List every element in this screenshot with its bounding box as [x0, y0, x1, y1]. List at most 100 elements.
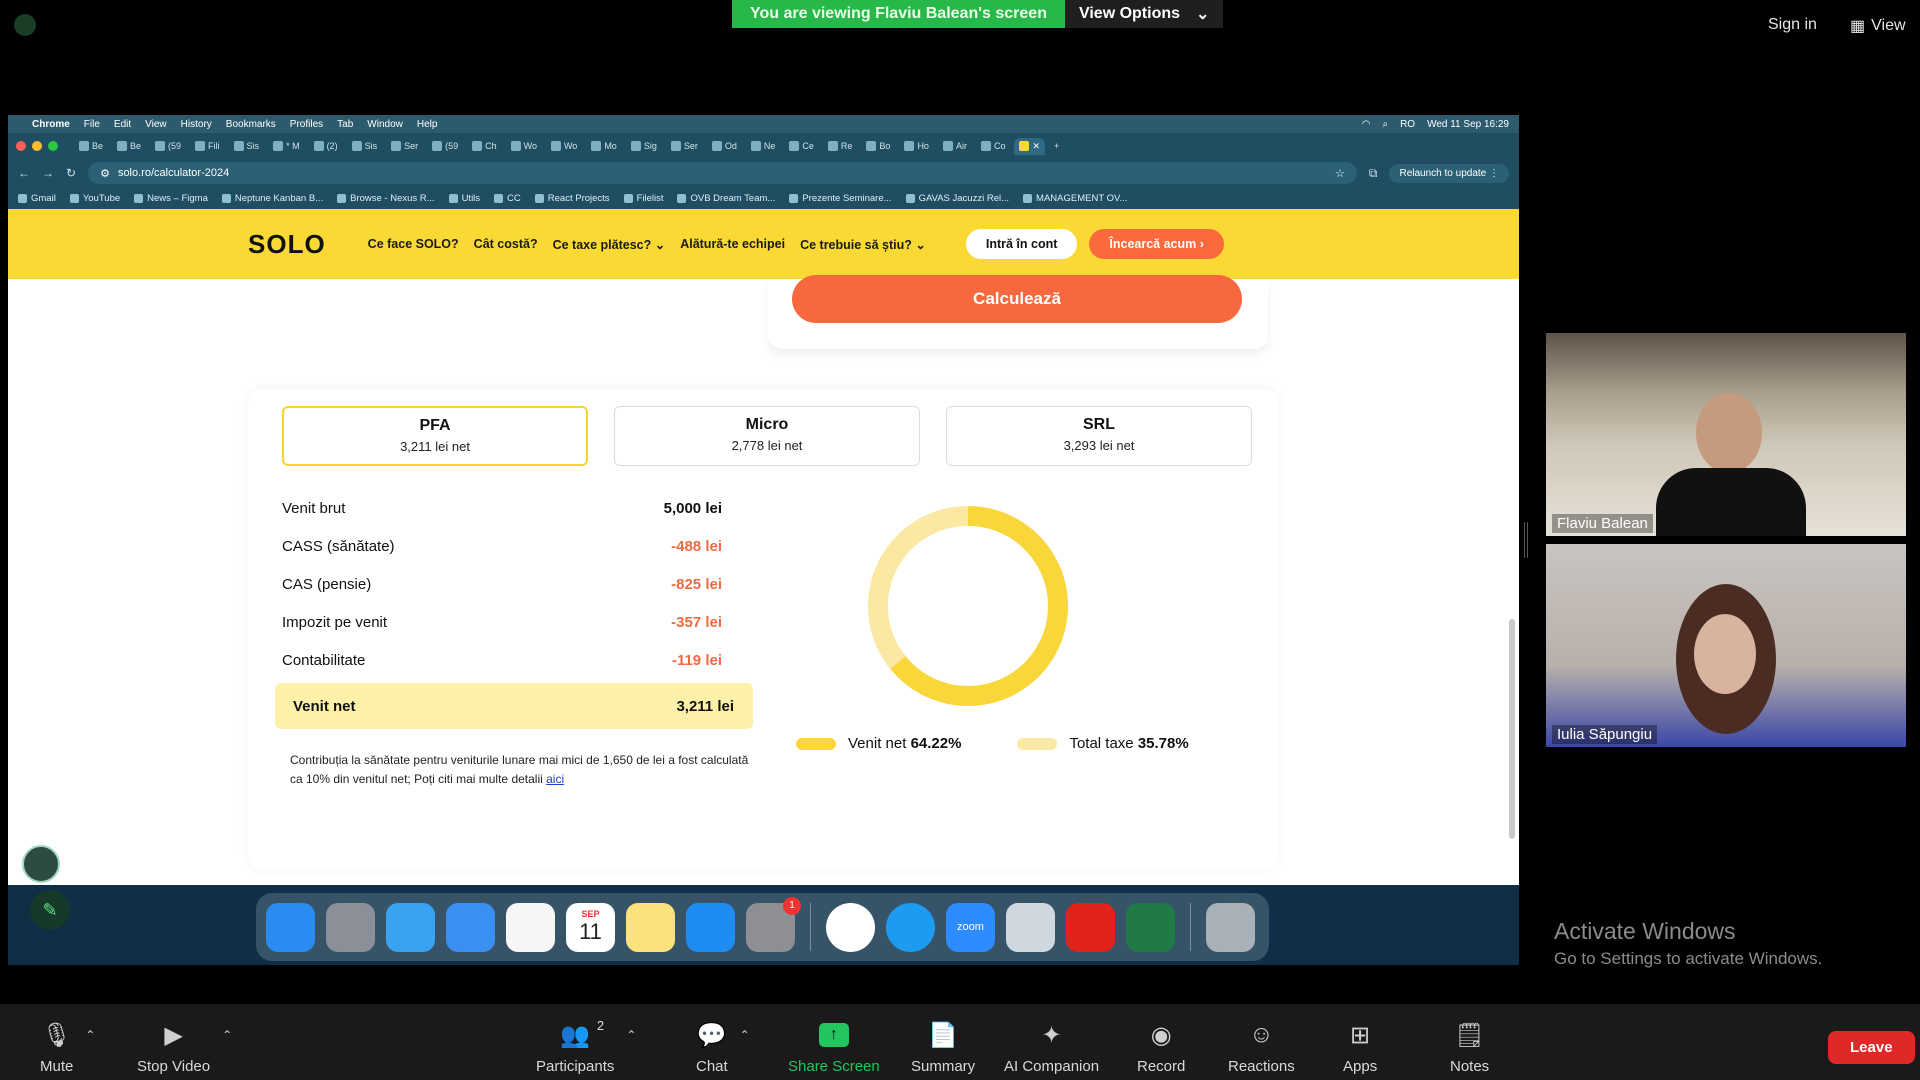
browser-tab[interactable]: Sig [626, 138, 662, 154]
option-pfa[interactable]: PFA 3,211 lei net [282, 406, 588, 466]
menu-help[interactable]: Help [417, 119, 438, 130]
reactions-button[interactable]: ☺ Reactions [1228, 1020, 1295, 1075]
app-store-icon[interactable] [686, 902, 735, 952]
login-button[interactable]: Intră în cont [965, 229, 1078, 259]
bookmark-item[interactable]: Gmail [18, 193, 56, 204]
pen-annotate-icon[interactable]: ✎ [30, 890, 70, 930]
menu-bookmarks[interactable]: Bookmarks [226, 119, 276, 130]
browser-tab[interactable]: Ne [746, 138, 781, 154]
bookmark-item[interactable]: YouTube [69, 193, 120, 204]
bookmark-item[interactable]: React Projects [534, 193, 610, 204]
bookmark-item[interactable]: OVB Dream Team... [677, 193, 775, 204]
tab-solo-active[interactable]: ✕ [1014, 137, 1046, 155]
menu-view[interactable]: View [145, 119, 167, 130]
browser-tab[interactable]: Wo [546, 138, 582, 154]
share-screen-button[interactable]: ↑ Share Screen [788, 1020, 880, 1075]
minimize-window-icon[interactable] [32, 141, 42, 151]
browser-tab[interactable]: (59 [150, 138, 186, 154]
lang-indicator[interactable]: RO [1400, 119, 1415, 130]
reload-icon[interactable]: ↻ [66, 166, 76, 180]
bookmark-item[interactable]: News – Figma [134, 193, 208, 204]
solo-logo[interactable]: SOLO [248, 229, 326, 260]
bookmark-item[interactable]: MANAGEMENT OV... [1023, 193, 1127, 204]
acrobat-icon[interactable] [1066, 902, 1115, 952]
summary-button[interactable]: 📄 Summary [911, 1020, 975, 1076]
finder-icon[interactable] [266, 902, 315, 952]
record-button[interactable]: ◉ Record [1137, 1020, 1185, 1076]
view-options-button[interactable]: View Options ⌄ [1064, 0, 1224, 28]
menu-ce-taxe[interactable]: Ce taxe plătesc? ⌄ [553, 237, 666, 252]
browser-tab[interactable]: Mo [586, 138, 622, 154]
option-micro[interactable]: Micro 2,778 lei net [614, 406, 920, 466]
bookmark-item[interactable]: Prezente Seminare... [789, 193, 892, 204]
browser-tab[interactable]: Ser [666, 138, 703, 154]
wifi-icon[interactable]: ◠ [1362, 119, 1371, 130]
browser-tab[interactable]: * M [268, 138, 305, 154]
browser-tab[interactable]: Wo [506, 138, 542, 154]
skype-icon[interactable] [886, 902, 935, 952]
browser-tab[interactable]: Ce [784, 138, 819, 154]
apps-button[interactable]: ⊞ Apps [1343, 1020, 1377, 1076]
leave-button[interactable]: Leave [1828, 1031, 1915, 1064]
menu-profiles[interactable]: Profiles [290, 119, 323, 130]
chat-button[interactable]: 💬 Chat ⌃ [696, 1020, 750, 1076]
excel-icon[interactable] [1126, 902, 1175, 952]
menu-cat-costa[interactable]: Cât costă? [474, 237, 538, 252]
forward-icon[interactable]: → [42, 166, 54, 180]
browser-tab[interactable]: Ch [467, 138, 502, 154]
browser-tab[interactable]: Bo [861, 138, 895, 154]
system-settings-icon[interactable]: 1 [746, 896, 801, 952]
video-options-caret-icon[interactable]: ⌃ [222, 1028, 232, 1042]
bookmark-item[interactable]: GAVAS Jacuzzi Rel... [905, 193, 1009, 204]
preview-icon[interactable] [1006, 902, 1055, 952]
chat-caret-icon[interactable]: ⌃ [740, 1028, 750, 1042]
menu-ce-trebuie[interactable]: Ce trebuie să știu? ⌄ [800, 237, 926, 252]
browser-tab[interactable]: Sis [229, 138, 265, 154]
new-tab-button[interactable]: + [1049, 138, 1064, 154]
maximize-window-icon[interactable] [48, 141, 58, 151]
bookmark-star-icon[interactable]: ☆ [1335, 167, 1345, 180]
site-info-icon[interactable]: ⚙ [100, 167, 110, 180]
safari-icon[interactable] [386, 902, 435, 952]
launchpad-icon[interactable] [326, 902, 375, 952]
ai-companion-button[interactable]: ✦ AI Companion [1004, 1020, 1099, 1076]
page-scrollbar[interactable] [1509, 619, 1515, 839]
menu-history[interactable]: History [181, 119, 212, 130]
relaunch-button[interactable]: Relaunch to update ⋮ [1389, 163, 1509, 183]
menu-ce-face-solo[interactable]: Ce face SOLO? [368, 237, 459, 252]
browser-tab[interactable]: Co [976, 138, 1011, 154]
url-input[interactable]: ⚙ solo.ro/calculator-2024 ☆ [88, 162, 1357, 184]
cookie-settings-icon[interactable] [22, 845, 60, 883]
sign-in-button[interactable]: Sign in [1760, 14, 1825, 36]
extensions-icon[interactable]: ⧉ [1369, 166, 1378, 181]
bookmark-item[interactable]: Neptune Kanban B... [221, 193, 323, 204]
menu-file[interactable]: File [84, 119, 100, 130]
stop-video-button[interactable]: ▶ Stop Video ⌃ [137, 1020, 232, 1076]
video-tile-flaviu[interactable]: Flaviu Balean [1546, 333, 1906, 536]
calendar-icon[interactable]: SEP 11 [566, 902, 615, 952]
notes-app-icon[interactable] [626, 902, 675, 952]
security-shield-icon[interactable] [14, 14, 36, 36]
trash-icon[interactable] [1206, 902, 1255, 952]
mute-button[interactable]: 🎙 Mute ⌃ [40, 1020, 95, 1076]
search-icon[interactable]: ⌕ [1382, 119, 1388, 130]
browser-tab[interactable]: Be [112, 138, 146, 154]
menu-tab[interactable]: Tab [337, 119, 353, 130]
photos-icon[interactable] [506, 902, 555, 952]
notes-button[interactable]: 🗒 Notes [1450, 1020, 1489, 1076]
browser-tab[interactable]: (59 [427, 138, 463, 154]
bookmark-item[interactable]: Browse - Nexus R... [337, 193, 435, 204]
close-window-icon[interactable] [16, 141, 26, 151]
menu-edit[interactable]: Edit [114, 119, 131, 130]
browser-tab[interactable]: Sis [347, 138, 383, 154]
bookmark-item[interactable]: Filelist [623, 193, 663, 204]
menu-window[interactable]: Window [367, 119, 403, 130]
participants-button[interactable]: 👥 2 Participants ⌃ [536, 1018, 636, 1075]
clock[interactable]: Wed 11 Sep 16:29 [1427, 119, 1509, 130]
browser-tab[interactable]: Fili [190, 138, 225, 154]
browser-tab[interactable]: Air [938, 138, 972, 154]
browser-tab[interactable]: Ho [899, 138, 934, 154]
mail-icon[interactable] [446, 902, 495, 952]
browser-tab[interactable]: Ser [386, 138, 423, 154]
close-tab-icon[interactable]: ✕ [1032, 141, 1040, 152]
